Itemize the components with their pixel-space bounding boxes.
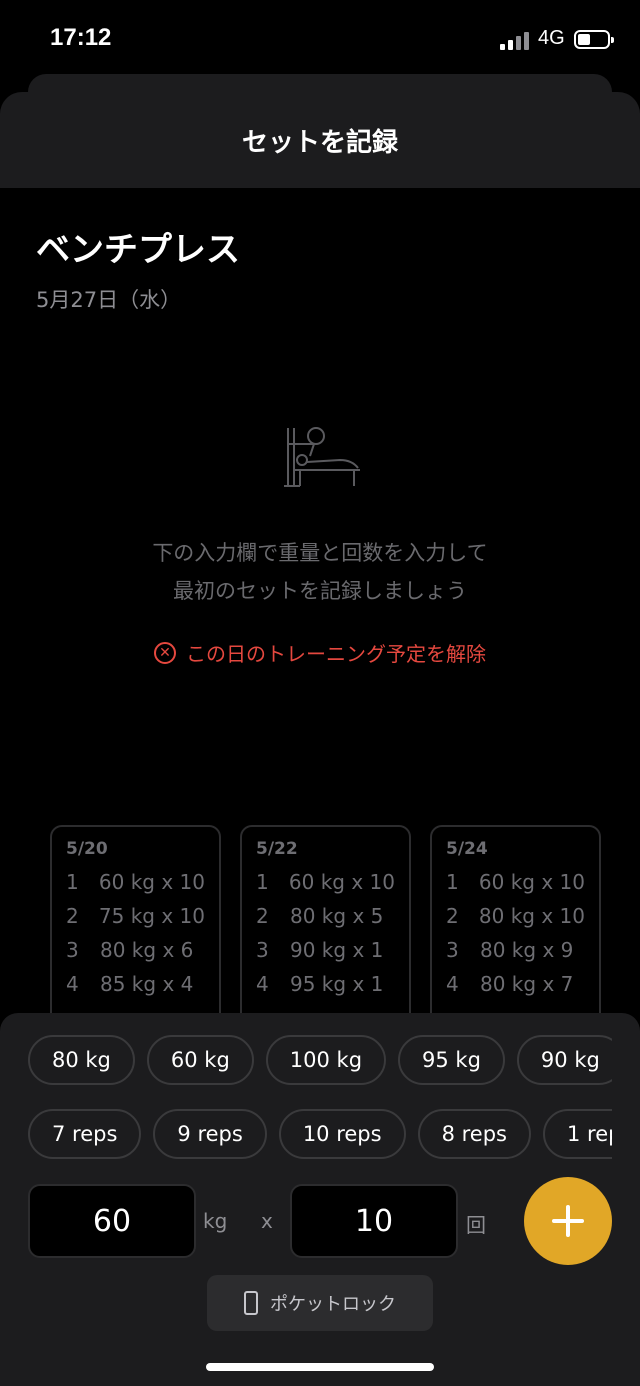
reps-chip-row: 7 reps 9 reps 10 reps 8 reps 1 reps bbox=[28, 1109, 612, 1159]
reps-chip[interactable]: 7 reps bbox=[28, 1109, 142, 1159]
weight-chip[interactable]: 95 kg bbox=[398, 1035, 505, 1085]
plus-icon bbox=[552, 1205, 584, 1237]
exercise-name: ベンチプレス bbox=[36, 230, 240, 270]
network-type: 4G bbox=[538, 27, 565, 49]
signal-icon bbox=[500, 30, 532, 50]
history-date: 5/20 bbox=[66, 839, 108, 859]
sheet-header: セットを記録 bbox=[0, 92, 640, 188]
weight-input[interactable]: 60 bbox=[28, 1184, 196, 1258]
reps-chip[interactable]: 10 reps bbox=[278, 1109, 406, 1159]
history-date: 5/22 bbox=[256, 839, 298, 859]
exercise-date: 5月27日（水） bbox=[36, 288, 182, 312]
phone-icon bbox=[244, 1291, 258, 1315]
history-set-row: 4 85 kg x 4 bbox=[66, 972, 194, 996]
battery-icon bbox=[574, 30, 614, 49]
pocket-lock-button[interactable]: ポケットロック bbox=[207, 1275, 433, 1331]
empty-state-message: 下の入力欄で重量と回数を入力して 最初のセットを記録しましょう bbox=[0, 534, 640, 610]
reps-chip[interactable]: 8 reps bbox=[417, 1109, 531, 1159]
history-set-row: 1 60 kg x 10 bbox=[256, 870, 395, 894]
input-panel: 80 kg 60 kg 100 kg 95 kg 90 kg 7 reps 9 … bbox=[0, 1013, 640, 1386]
history-set-row: 2 75 kg x 10 bbox=[66, 904, 205, 928]
history-date: 5/24 bbox=[446, 839, 488, 859]
weight-unit: kg bbox=[203, 1209, 228, 1233]
history-set-row: 2 80 kg x 5 bbox=[256, 904, 384, 928]
home-indicator[interactable] bbox=[206, 1363, 434, 1371]
weight-chip[interactable]: 90 kg bbox=[516, 1035, 612, 1085]
reps-unit: 回 bbox=[466, 1213, 486, 1237]
status-bar: 17:12 4G bbox=[0, 0, 640, 80]
weight-chip[interactable]: 100 kg bbox=[265, 1035, 387, 1085]
history-set-row: 4 95 kg x 1 bbox=[256, 972, 384, 996]
multiply-sign: x bbox=[261, 1209, 273, 1233]
history-set-row: 3 90 kg x 1 bbox=[256, 938, 384, 962]
bench-press-icon bbox=[284, 427, 360, 487]
sheet-title: セットを記録 bbox=[241, 127, 398, 158]
close-circle-icon: ✕ bbox=[154, 641, 176, 664]
weight-chip[interactable]: 60 kg bbox=[146, 1035, 254, 1085]
history-set-row: 1 60 kg x 10 bbox=[446, 870, 585, 894]
empty-state-line-2: 最初のセットを記録しましょう bbox=[173, 579, 467, 603]
reps-chip[interactable]: 9 reps bbox=[153, 1109, 267, 1159]
reps-chip[interactable]: 1 reps bbox=[542, 1109, 612, 1159]
weight-chip-row: 80 kg 60 kg 100 kg 95 kg 90 kg bbox=[28, 1035, 612, 1085]
pocket-lock-label: ポケットロック bbox=[270, 1294, 396, 1315]
history-set-row: 3 80 kg x 6 bbox=[66, 938, 194, 962]
reps-input[interactable]: 10 bbox=[290, 1184, 458, 1258]
history-set-row: 4 80 kg x 7 bbox=[446, 972, 574, 996]
weight-chip[interactable]: 80 kg bbox=[28, 1035, 135, 1085]
status-time: 17:12 bbox=[50, 24, 112, 51]
history-set-row: 3 80 kg x 9 bbox=[446, 938, 574, 962]
cancel-plan-button[interactable]: ✕ この日のトレーニング予定を解除 bbox=[0, 638, 640, 667]
empty-state-line-1: 下の入力欄で重量と回数を入力して bbox=[152, 541, 488, 565]
history-set-row: 2 80 kg x 10 bbox=[446, 904, 585, 928]
history-set-row: 1 60 kg x 10 bbox=[66, 870, 205, 894]
add-set-button[interactable] bbox=[524, 1177, 612, 1265]
cancel-plan-label: この日のトレーニング予定を解除 bbox=[186, 642, 486, 666]
